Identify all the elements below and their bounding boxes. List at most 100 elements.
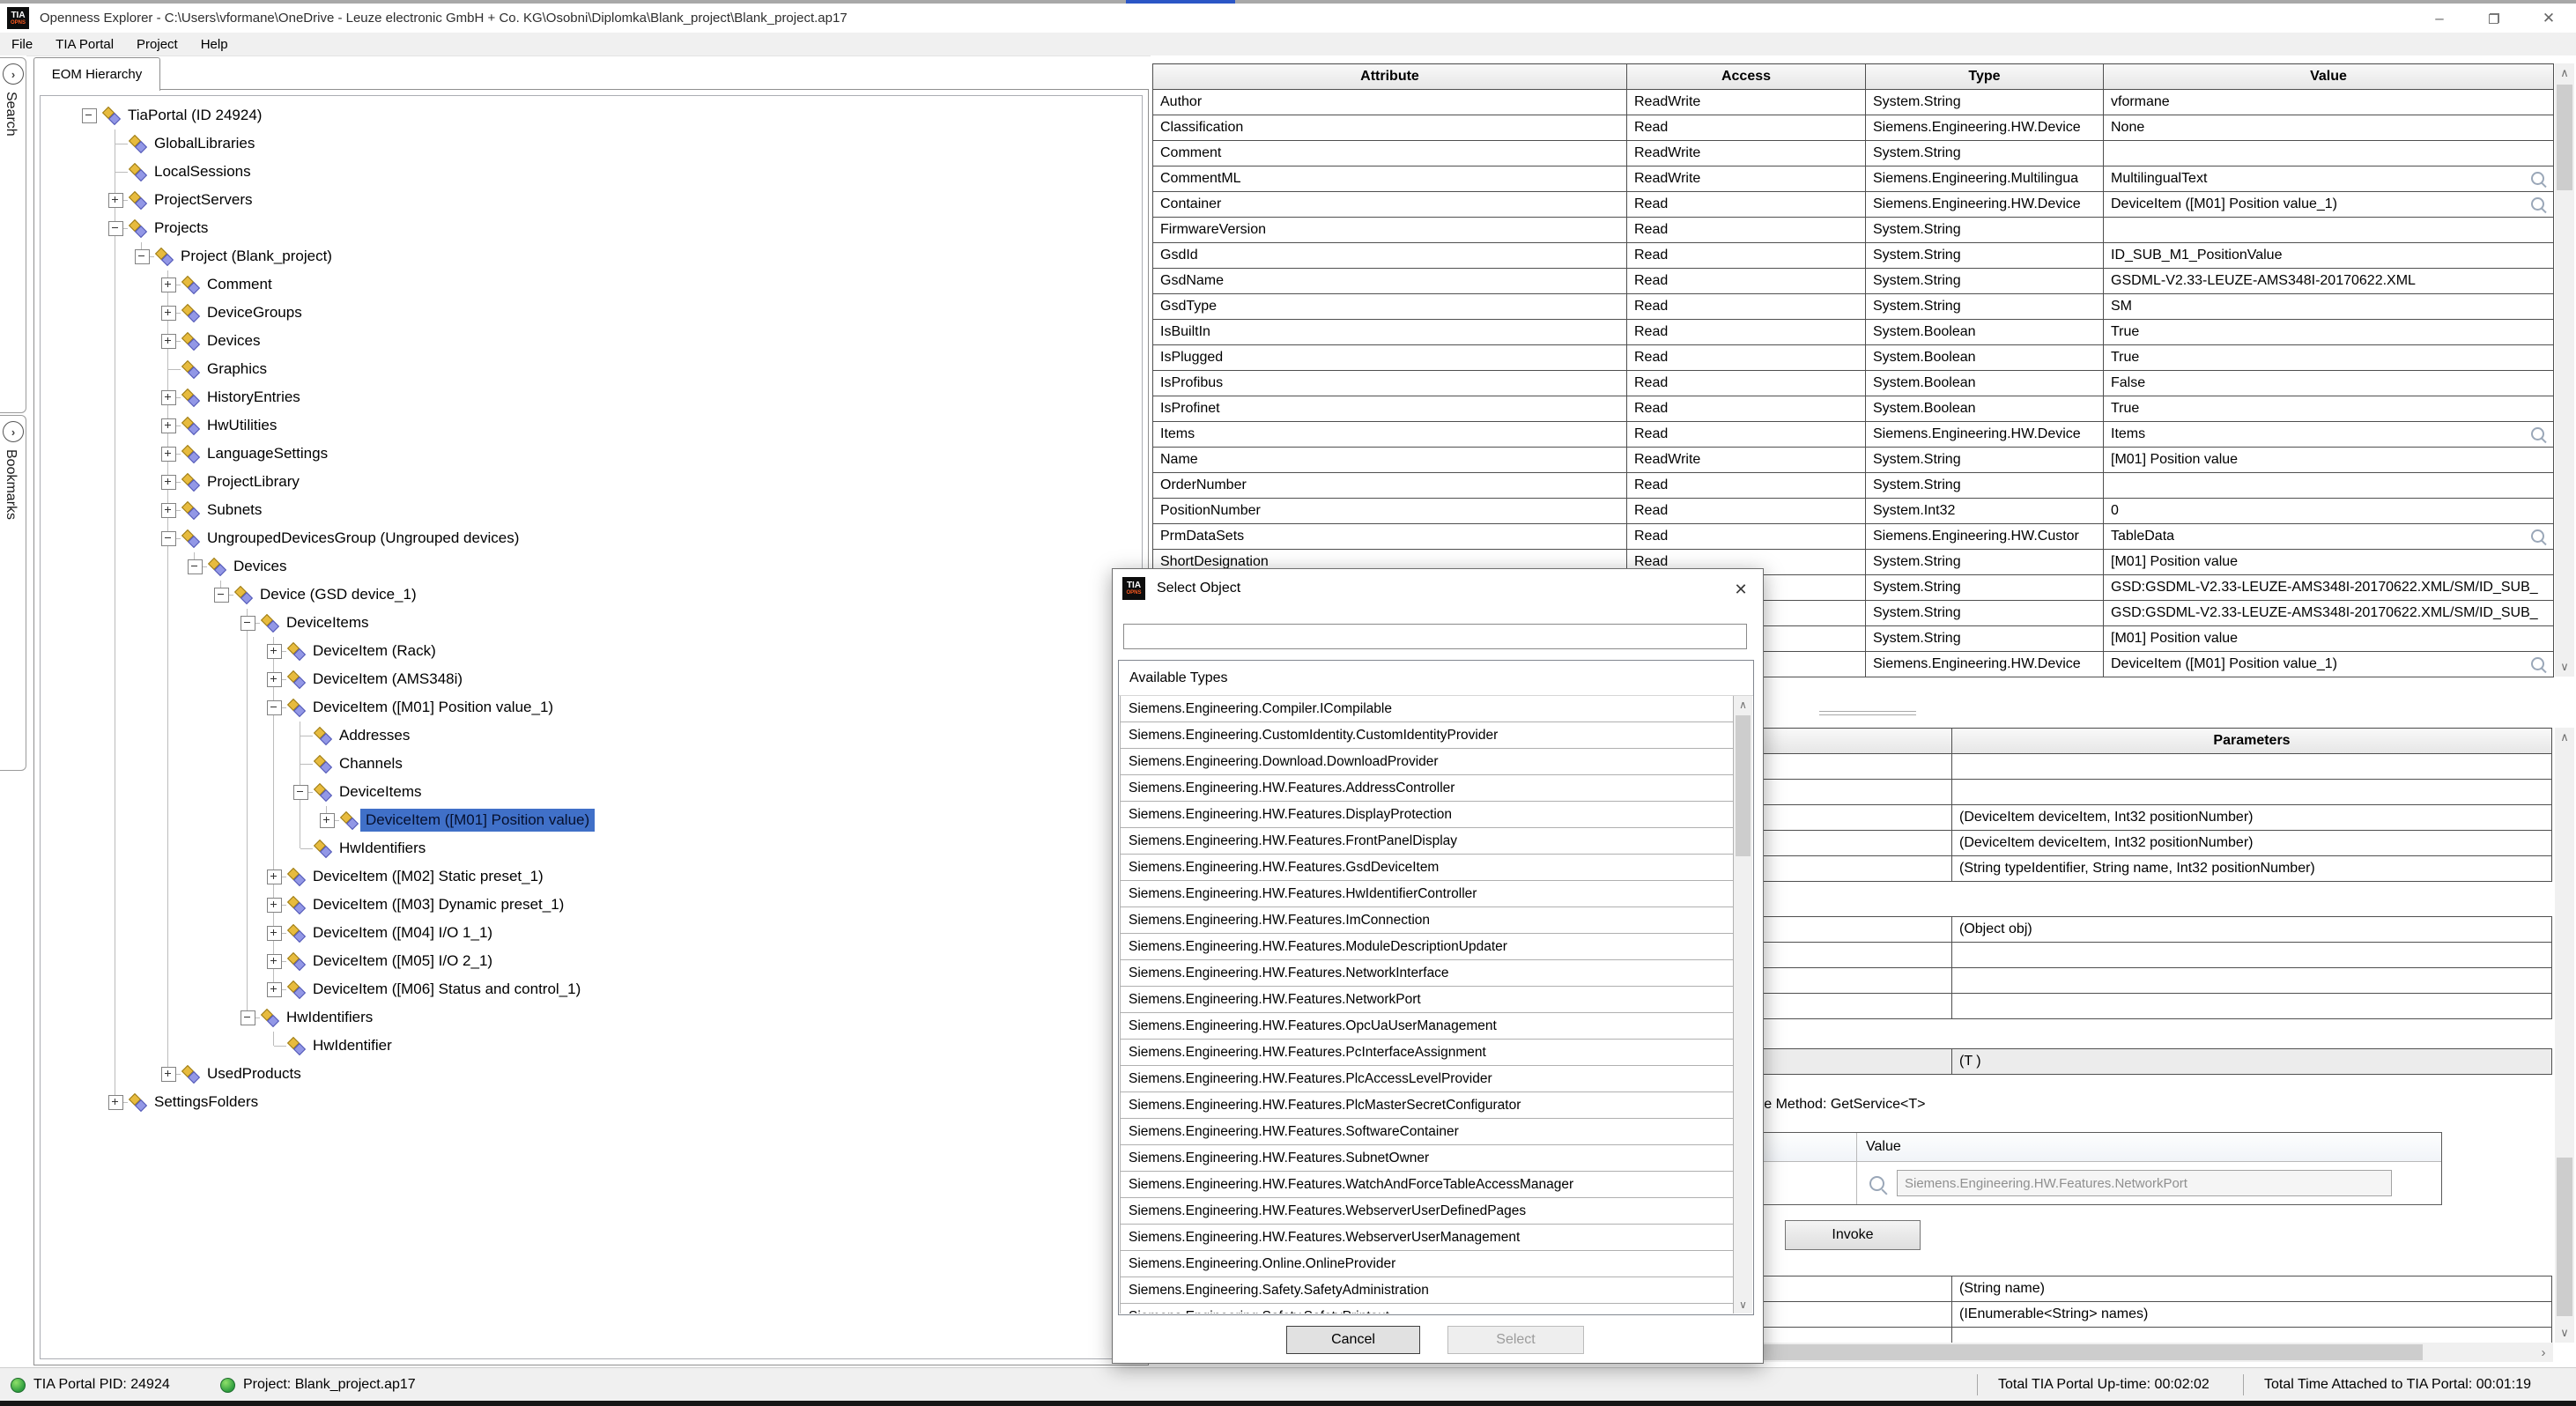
tree-expand-icon[interactable] (161, 390, 176, 405)
available-type-item[interactable]: Siemens.Engineering.Safety.SafetyPrintou… (1120, 1303, 1734, 1314)
magnifier-icon[interactable] (2531, 197, 2544, 211)
tree-label[interactable]: Graphics (202, 358, 272, 381)
type-filter-input[interactable] (1123, 624, 1747, 649)
tree-expand-icon[interactable] (161, 475, 176, 490)
tree-node[interactable]: DeviceItem ([M03] Dynamic preset_1) (42, 891, 1142, 919)
tree-label[interactable]: HistoryEntries (202, 386, 306, 409)
tree-node[interactable]: DeviceItem ([M01] Position value) (42, 806, 1142, 834)
dialog-list-scrollbar[interactable]: ∧ ∨ (1734, 696, 1752, 1314)
table-row[interactable]: NameReadWriteSystem.String[M01] Position… (1153, 448, 2554, 473)
table-row[interactable]: IsPluggedReadSystem.BooleanTrue (1153, 345, 2554, 371)
available-type-item[interactable]: Siemens.Engineering.Online.OnlineProvide… (1120, 1250, 1734, 1277)
tree-node[interactable]: DeviceItems (42, 609, 1142, 637)
tree-label[interactable]: DeviceItem ([M04] I/O 1_1) (307, 921, 498, 944)
tree-label[interactable]: HwIdentifiers (281, 1006, 378, 1029)
tree-label[interactable]: Addresses (334, 724, 415, 747)
close-button[interactable]: ✕ (2521, 4, 2576, 33)
available-type-item[interactable]: Siemens.Engineering.HW.Features.NetworkI… (1120, 959, 1734, 987)
tree-label[interactable]: DeviceItem ([M06] Status and control_1) (307, 978, 586, 1001)
tree-label[interactable]: Projects (149, 217, 213, 240)
tree-node[interactable]: Comment (42, 270, 1142, 299)
tab-eom-hierarchy[interactable]: EOM Hierarchy (33, 57, 160, 91)
magnifier-icon[interactable] (2531, 427, 2544, 440)
available-type-item[interactable]: Siemens.Engineering.HW.Features.NetworkP… (1120, 986, 1734, 1013)
tree-label[interactable]: DeviceItems (281, 611, 374, 634)
tree-label[interactable]: DeviceItem (Rack) (307, 640, 441, 662)
magnifier-icon[interactable] (2531, 657, 2544, 670)
table-row[interactable]: IsProfinetReadSystem.BooleanTrue (1153, 396, 2554, 422)
tree-node[interactable]: Devices (42, 327, 1142, 355)
tree-expand-icon[interactable] (267, 644, 282, 659)
table-row[interactable]: CommentReadWriteSystem.String (1153, 141, 2554, 166)
available-type-item[interactable]: Siemens.Engineering.HW.Features.OpcUaUse… (1120, 1012, 1734, 1040)
tree-expand-icon[interactable] (108, 1095, 123, 1110)
available-type-item[interactable]: Siemens.Engineering.HW.Features.AddressC… (1120, 774, 1734, 802)
cancel-button[interactable]: Cancel (1286, 1326, 1420, 1354)
table-row[interactable]: OrderNumberReadSystem.String (1153, 473, 2554, 499)
methods-scrollbar[interactable]: ∧ ∨ (2555, 728, 2574, 1343)
splitter-grip[interactable] (1819, 710, 1916, 717)
attributes-scrollbar[interactable]: ∧ ∨ (2555, 63, 2574, 677)
tree-collapse-icon[interactable] (241, 616, 255, 631)
tree-label[interactable]: Channels (334, 752, 408, 775)
tree-collapse-icon[interactable] (188, 559, 203, 574)
tree-label[interactable]: HwIdentifier (307, 1034, 397, 1057)
tree-expand-icon[interactable] (161, 447, 176, 462)
tree-expand-icon[interactable] (267, 870, 282, 884)
available-type-item[interactable]: Siemens.Engineering.HW.Features.ModuleDe… (1120, 933, 1734, 960)
tree-expand-icon[interactable] (267, 954, 282, 969)
scroll-down-icon[interactable]: ∨ (2555, 1323, 2574, 1343)
tree-expand-icon[interactable] (320, 813, 335, 828)
tree-node[interactable]: Subnets (42, 496, 1142, 524)
tree-node[interactable]: DeviceItem ([M04] I/O 1_1) (42, 919, 1142, 947)
invoke-button[interactable]: Invoke (1785, 1220, 1921, 1250)
tree-node[interactable]: DeviceItem ([M01] Position value_1) (42, 693, 1142, 722)
tree-node[interactable]: LocalSessions (42, 158, 1142, 186)
available-type-item[interactable]: Siemens.Engineering.HW.Features.WatchAnd… (1120, 1171, 1734, 1198)
tree-node[interactable]: Graphics (42, 355, 1142, 383)
table-row[interactable]: IsBuiltInReadSystem.BooleanTrue (1153, 320, 2554, 345)
available-type-item[interactable]: Siemens.Engineering.HW.Features.PlcMaste… (1120, 1092, 1734, 1119)
tree-node[interactable]: DeviceGroups (42, 299, 1142, 327)
available-type-item[interactable]: Siemens.Engineering.HW.Features.Webserve… (1120, 1197, 1734, 1225)
tree-label[interactable]: DeviceItem (AMS348i) (307, 668, 468, 691)
tree-label[interactable]: ProjectServers (149, 189, 257, 211)
tree-node[interactable]: HwUtilities (42, 411, 1142, 440)
tree-node[interactable]: Addresses (42, 722, 1142, 750)
tree-label[interactable]: DeviceItem ([M02] Static preset_1) (307, 865, 549, 888)
side-tab-search[interactable]: Search (3, 92, 19, 137)
tree-label[interactable]: HwUtilities (202, 414, 282, 437)
tree-node[interactable]: HistoryEntries (42, 383, 1142, 411)
tree-collapse-icon[interactable] (293, 785, 308, 800)
table-row[interactable]: GsdTypeReadSystem.StringSM (1153, 294, 2554, 320)
tree-expand-icon[interactable] (267, 898, 282, 913)
tree-node[interactable]: DeviceItem (Rack) (42, 637, 1142, 665)
available-type-item[interactable]: Siemens.Engineering.HW.Features.SubnetOw… (1120, 1144, 1734, 1172)
tree-node[interactable]: GlobalLibraries (42, 130, 1142, 158)
tree-node[interactable]: HwIdentifier (42, 1032, 1142, 1060)
tree-node[interactable]: TiaPortal (ID 24924) (42, 101, 1142, 130)
chevron-right-icon[interactable]: › (3, 421, 24, 442)
tree-collapse-icon[interactable] (267, 700, 282, 715)
tree-collapse-icon[interactable] (214, 588, 229, 603)
tree-label[interactable]: HwIdentifiers (334, 837, 431, 860)
available-type-item[interactable]: Siemens.Engineering.Compiler.ICompilable (1120, 696, 1734, 722)
menu-item-file[interactable]: File (0, 33, 44, 56)
dialog-close-icon[interactable]: ✕ (1729, 578, 1752, 601)
tree-label[interactable]: SettingsFolders (149, 1091, 263, 1114)
magnifier-icon[interactable] (2531, 529, 2544, 543)
table-row[interactable]: ClassificationReadSiemens.Engineering.HW… (1153, 115, 2554, 141)
table-row[interactable]: CommentMLReadWriteSiemens.Engineering.Mu… (1153, 166, 2554, 192)
tree-node[interactable]: Devices (42, 552, 1142, 581)
tree-expand-icon[interactable] (161, 278, 176, 292)
tree-label[interactable]: ProjectLibrary (202, 470, 305, 493)
available-type-item[interactable]: Siemens.Engineering.HW.Features.DisplayP… (1120, 801, 1734, 828)
scroll-right-icon[interactable]: › (2534, 1343, 2553, 1362)
tree-collapse-icon[interactable] (108, 221, 123, 236)
available-type-item[interactable]: Siemens.Engineering.HW.Features.PcInterf… (1120, 1039, 1734, 1066)
tree-collapse-icon[interactable] (161, 531, 176, 546)
side-tab-bookmarks[interactable]: Bookmarks (3, 449, 19, 520)
table-row[interactable]: IsProfibusReadSystem.BooleanFalse (1153, 371, 2554, 396)
tree-node[interactable]: Project (Blank_project) (42, 242, 1142, 270)
tree-node[interactable]: UngroupedDevicesGroup (Ungrouped devices… (42, 524, 1142, 552)
